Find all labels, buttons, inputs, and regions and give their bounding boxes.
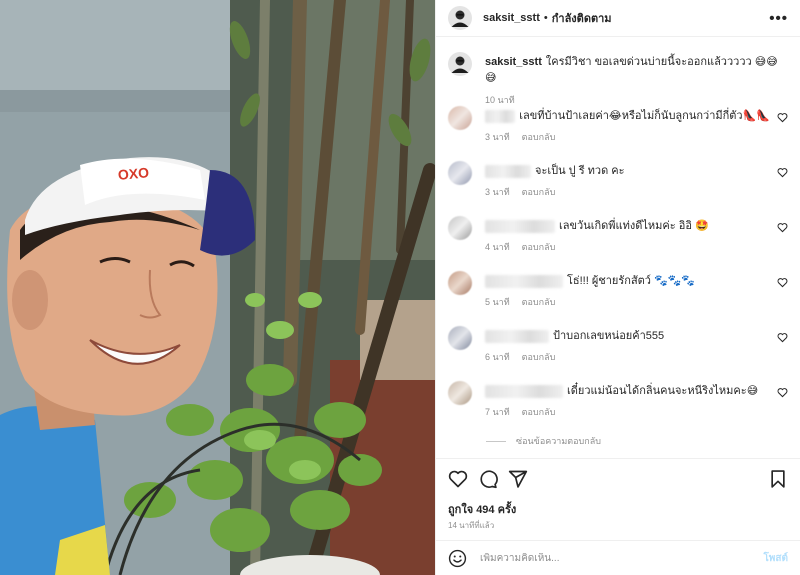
- hide-replies-label: ซ่อนข้อความตอบกลับ: [516, 436, 601, 446]
- comment-like-heart-icon[interactable]: [777, 277, 788, 288]
- comment-text: จะเป็น ปู รี ทวด คะ: [535, 165, 625, 177]
- commenter-avatar[interactable]: [448, 161, 472, 185]
- comment-text: ป้าบอกเลขหน่อยค้า555: [553, 330, 665, 342]
- cap-logo: OXO: [117, 164, 150, 183]
- replies-divider: [486, 440, 506, 442]
- reply-button[interactable]: ตอบกลับ: [522, 352, 556, 362]
- smiley-icon[interactable]: [448, 549, 467, 568]
- comment-time: 7 นาที: [485, 407, 510, 417]
- reply-button[interactable]: ตอบกลับ: [522, 297, 556, 307]
- comment-time: 5 นาที: [485, 297, 510, 307]
- commenter-name-blurred[interactable]: [485, 384, 563, 398]
- post-caption: saksit_sstt ใครมีวิชา ขอเลขด่วนบ่ายนี้จะอ…: [448, 52, 788, 107]
- caption-time: 10 นาที: [485, 95, 515, 105]
- comment-item: เลขวันเกิดพี่แท่งดีไหมค่ะ อิอิ 🤩 4 นาที ต…: [448, 216, 788, 256]
- comment-input[interactable]: [480, 552, 764, 564]
- comment-item: เดี๋ยวแม่น้อนได้กลิ่นคนจะหนีริงไหมคะ😅 7 …: [448, 381, 788, 421]
- heart-icon[interactable]: [448, 469, 468, 489]
- send-icon[interactable]: [508, 469, 528, 489]
- add-comment-bar: โพสต์: [436, 540, 800, 575]
- post-comment-button[interactable]: โพสต์: [763, 551, 788, 566]
- comment-text: โธ่!!! ผู้ชายรักสัตว์ 🐾🐾🐾: [567, 275, 696, 287]
- comment-like-heart-icon[interactable]: [777, 387, 788, 398]
- comment-item: จะเป็น ปู รี ทวด คะ 3 นาที ตอบกลับ: [448, 161, 788, 201]
- commenter-name-blurred[interactable]: [485, 164, 531, 178]
- likes-count[interactable]: ถูกใจ 494 ครั้ง: [448, 500, 516, 518]
- comment-time: 3 นาที: [485, 132, 510, 142]
- reply-button[interactable]: ตอบกลับ: [522, 132, 556, 142]
- comment-text: เลขวันเกิดพี่แท่งดีไหมค่ะ อิอิ 🤩: [559, 220, 709, 232]
- post-timestamp: 14 นาทีที่แล้ว: [448, 521, 495, 530]
- avatar[interactable]: [448, 6, 472, 30]
- commenter-avatar[interactable]: [448, 326, 472, 350]
- post-image: OXO: [0, 0, 435, 575]
- commenter-name-blurred[interactable]: [485, 219, 555, 233]
- separator-dot: •: [543, 12, 548, 24]
- caption-avatar[interactable]: [448, 52, 472, 76]
- post-actions: ถูกใจ 494 ครั้ง 14 นาทีที่แล้ว: [436, 458, 800, 540]
- comment-item: โธ่!!! ผู้ชายรักสัตว์ 🐾🐾🐾 5 นาที ตอบกลับ: [448, 271, 788, 311]
- comment-item: เลขที่บ้านป้าเลยค่า😂หรือไม่ก็นับลูกนกว่า…: [448, 106, 788, 146]
- comment-like-heart-icon[interactable]: [777, 332, 788, 343]
- comment-item: ป้าบอกเลขหน่อยค้า555 6 นาที ตอบกลับ: [448, 326, 788, 366]
- reply-button[interactable]: ตอบกลับ: [522, 187, 556, 197]
- commenter-name-blurred[interactable]: [485, 274, 563, 288]
- comment-like-heart-icon[interactable]: [777, 112, 788, 123]
- commenter-name-blurred[interactable]: [485, 329, 549, 343]
- reply-button[interactable]: ตอบกลับ: [522, 242, 556, 252]
- reply-button[interactable]: ตอบกลับ: [522, 407, 556, 417]
- post-header: saksit_sstt • กำลังติดตาม •••: [436, 0, 800, 37]
- following-button[interactable]: กำลังติดตาม: [552, 9, 612, 27]
- action-bar: [448, 469, 788, 491]
- commenter-name-blurred[interactable]: [485, 109, 516, 123]
- comment-text: เดี๋ยวแม่น้อนได้กลิ่นคนจะหนีริงไหมคะ😅: [567, 385, 759, 397]
- selfie-photo: OXO: [0, 0, 435, 575]
- post-side-panel: saksit_sstt • กำลังติดตาม ••• saksit_sst…: [435, 0, 800, 575]
- caption-username[interactable]: saksit_sstt: [485, 56, 542, 68]
- bookmark-icon[interactable]: [768, 469, 788, 489]
- more-horizontal-icon[interactable]: •••: [769, 10, 788, 27]
- comment-time: 3 นาที: [485, 187, 510, 197]
- commenter-avatar[interactable]: [448, 216, 472, 240]
- comment-icon[interactable]: [478, 469, 498, 489]
- commenter-avatar[interactable]: [448, 381, 472, 405]
- comment-time: 4 นาที: [485, 242, 510, 252]
- hide-replies-button[interactable]: ซ่อนข้อความตอบกลับ: [486, 434, 601, 448]
- commenter-avatar[interactable]: [448, 271, 472, 295]
- commenter-avatar[interactable]: [448, 106, 472, 130]
- comment-time: 6 นาที: [485, 352, 510, 362]
- header-username[interactable]: saksit_sstt: [483, 12, 540, 24]
- comment-text: เลขที่บ้านป้าเลยค่า😂หรือไม่ก็นับลูกนกว่า…: [519, 110, 770, 122]
- comment-like-heart-icon[interactable]: [777, 222, 788, 233]
- comment-like-heart-icon[interactable]: [777, 167, 788, 178]
